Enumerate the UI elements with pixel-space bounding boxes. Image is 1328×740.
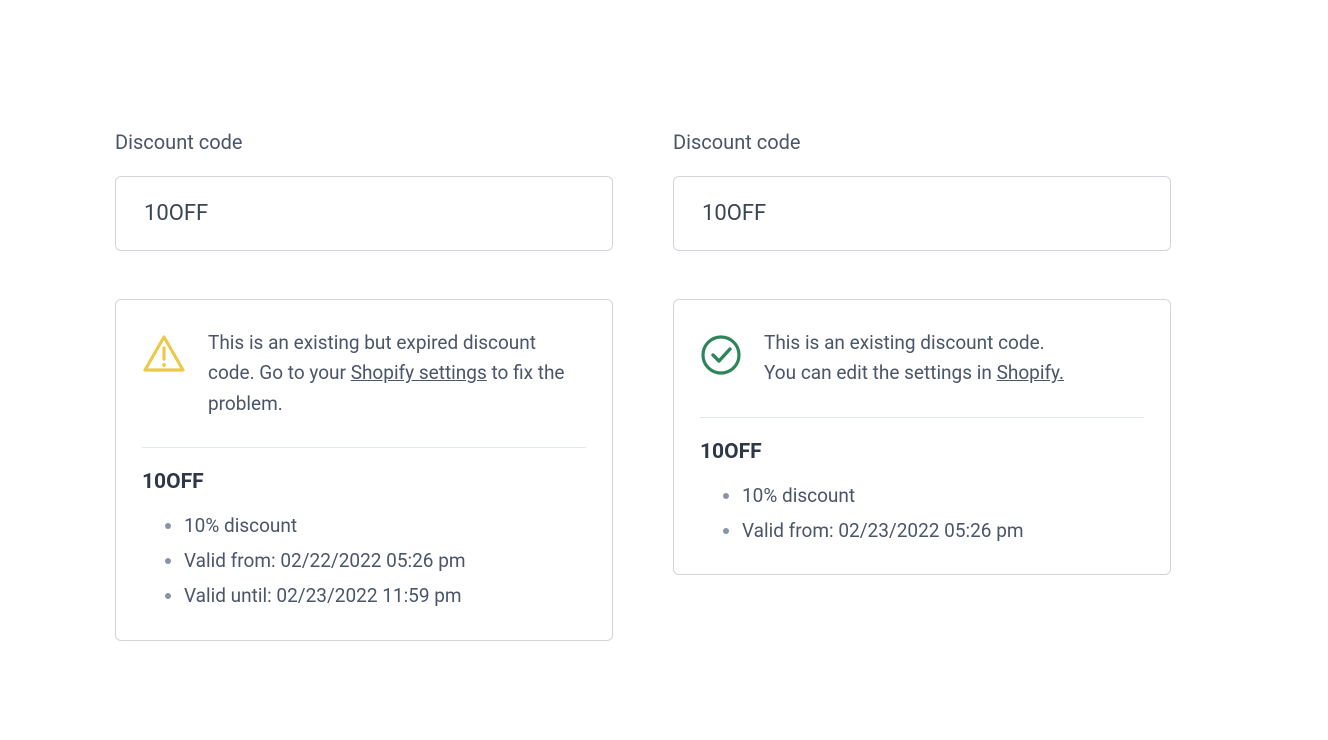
discount-status-card-warning: This is an existing but expired discount…	[115, 299, 613, 641]
discount-details-list: 10% discount Valid from: 02/22/2022 05:2…	[142, 508, 586, 613]
warning-triangle-icon	[142, 328, 186, 374]
status-message: This is an existing but expired discount…	[208, 328, 586, 419]
list-item: Valid from: 02/23/2022 05:26 pm	[742, 513, 1144, 548]
discount-details-list: 10% discount Valid from: 02/23/2022 05:2…	[700, 478, 1144, 548]
shopify-settings-link[interactable]: Shopify settings	[351, 361, 487, 384]
divider	[700, 417, 1144, 418]
discount-code-input[interactable]	[673, 176, 1171, 251]
discount-panel-active: Discount code This is an existing discou…	[673, 130, 1171, 641]
discount-code-label: Discount code	[115, 130, 613, 154]
discount-code-input[interactable]	[115, 176, 613, 251]
list-item: Valid until: 02/23/2022 11:59 pm	[184, 578, 586, 613]
check-circle-icon	[700, 328, 742, 376]
discount-code-name: 10OFF	[700, 440, 1144, 464]
list-item: 10% discount	[184, 508, 586, 543]
status-message-line1: This is an existing discount code.	[764, 331, 1045, 354]
status-message: This is an existing discount code. You c…	[764, 328, 1064, 389]
list-item: Valid from: 02/22/2022 05:26 pm	[184, 543, 586, 578]
discount-code-label: Discount code	[673, 130, 1171, 154]
discount-status-card-success: This is an existing discount code. You c…	[673, 299, 1171, 575]
list-item: 10% discount	[742, 478, 1144, 513]
status-message-line2-prefix: You can edit the settings in	[764, 361, 997, 384]
shopify-link[interactable]: Shopify.	[997, 361, 1064, 384]
divider	[142, 447, 586, 448]
discount-code-name: 10OFF	[142, 470, 586, 494]
discount-panel-expired: Discount code This is an existing but ex…	[115, 130, 613, 641]
